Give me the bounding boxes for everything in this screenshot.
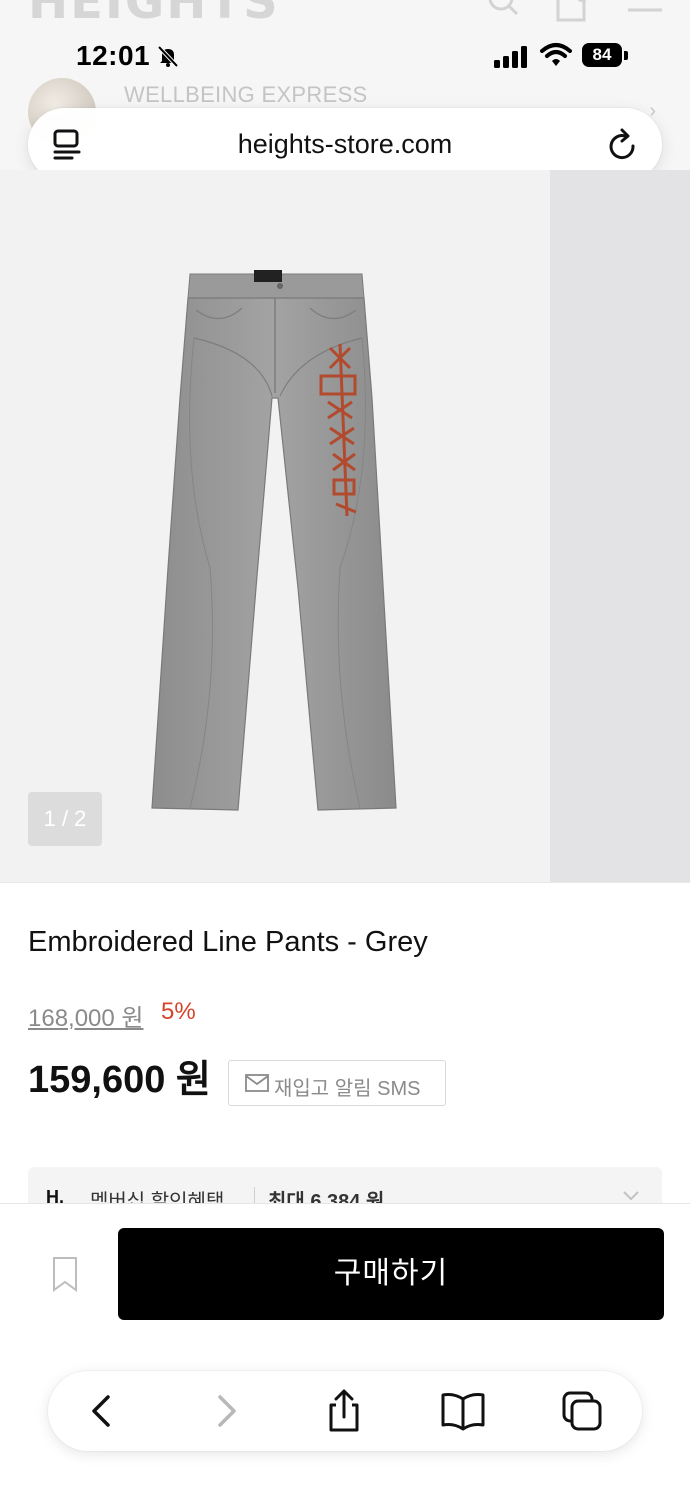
bookmarks-book-icon[interactable] <box>440 1389 485 1433</box>
buy-button[interactable]: 구매하기 <box>118 1228 664 1320</box>
menu-icon[interactable] <box>626 0 664 22</box>
cellular-signal-icon <box>494 46 528 73</box>
divider <box>0 882 690 883</box>
status-time: 12:01 <box>76 40 151 71</box>
product-title: Embroidered Line Pants - Grey <box>28 926 428 958</box>
battery-cap <box>624 51 628 60</box>
site-logo[interactable]: HEIGHTS <box>28 0 280 30</box>
tabs-icon[interactable] <box>560 1389 604 1433</box>
product-image <box>150 268 402 821</box>
toolbar-pill <box>48 1371 642 1451</box>
wifi-icon <box>540 42 572 73</box>
gallery-counter: 1 / 2 <box>28 792 102 846</box>
back-icon[interactable] <box>82 1389 126 1433</box>
forward-icon[interactable] <box>204 1389 248 1433</box>
next-gallery-image[interactable] <box>550 170 690 882</box>
cart-icon[interactable] <box>556 0 592 24</box>
battery-indicator: 84 <box>582 43 622 67</box>
page-menu-icon[interactable] <box>52 128 84 167</box>
browser-toolbar <box>0 1343 690 1500</box>
url-text[interactable]: heights-store.com <box>28 108 662 170</box>
search-icon[interactable] <box>486 0 520 20</box>
wishlist-bookmark-icon[interactable] <box>52 1256 78 1297</box>
product-gallery[interactable]: 1 / 2 <box>0 170 690 882</box>
share-icon[interactable] <box>322 1389 366 1433</box>
restock-sms-button[interactable]: 재입고 알림 SMS <box>228 1060 446 1106</box>
site-header: HEIGHTS WELLBEING EXPRESS › 12:01 84 hei… <box>0 0 690 170</box>
address-bar[interactable]: heights-store.com <box>28 108 662 170</box>
sale-price: 159,600 원 <box>28 1059 211 1101</box>
discount-rate: 5% <box>161 998 196 1025</box>
original-price: 168,000 원 <box>28 1005 144 1032</box>
mail-icon <box>245 1074 269 1098</box>
silent-bell-icon <box>156 44 180 73</box>
status-bar: 12:01 84 <box>0 30 690 86</box>
purchase-bar: 구매하기 <box>0 1203 690 1344</box>
restock-sms-label: 재입고 알림 SMS <box>274 1078 421 1100</box>
reload-icon[interactable] <box>608 127 640 166</box>
